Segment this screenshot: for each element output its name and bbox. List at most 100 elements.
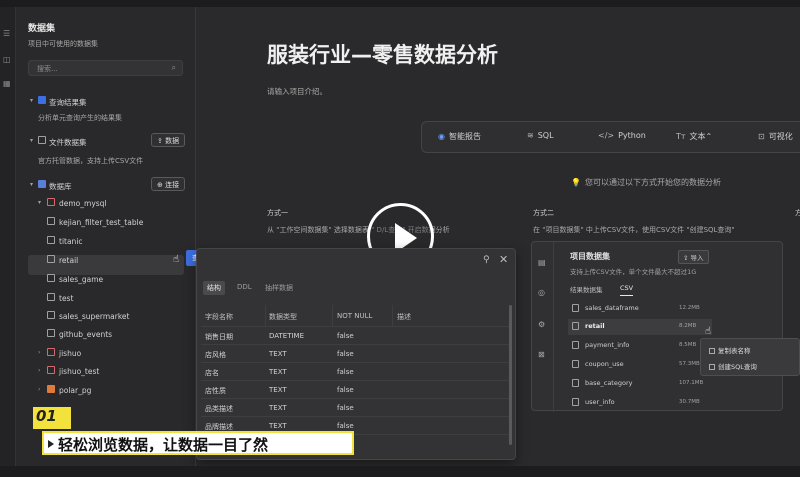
db-item[interactable]: › jishuo xyxy=(16,345,196,363)
tab-structure[interactable]: 结构 xyxy=(203,281,225,295)
col-header: 字段名称 xyxy=(205,313,233,321)
file-icon xyxy=(572,360,579,368)
csv-file-item-selected[interactable]: retail 8.2MB xyxy=(568,319,712,335)
file-icon xyxy=(572,304,579,312)
file-context-menu: 复制表名称 创建SQL查询 xyxy=(700,338,800,376)
chevron-right-icon[interactable]: › xyxy=(38,386,40,393)
smart-report-icon: ◉ xyxy=(438,132,445,141)
project-intro[interactable]: 请输入项目介绍。 xyxy=(267,86,327,97)
cell-field: 店名 xyxy=(205,369,219,377)
list-icon[interactable]: ▤ xyxy=(538,258,548,267)
db-item[interactable]: › polar_pg xyxy=(16,382,196,400)
tab-csv[interactable]: CSV xyxy=(620,284,634,296)
search-input[interactable]: 搜索... ⌕ xyxy=(28,60,183,76)
table-icon xyxy=(47,236,55,244)
mysql-icon xyxy=(47,198,55,206)
table-item[interactable]: test xyxy=(16,290,196,308)
query-results-desc: 分析单元查询产生的结果集 xyxy=(38,114,122,122)
tab-result-datasets[interactable]: 结果数据集 xyxy=(570,284,603,294)
file-icon xyxy=(572,398,579,406)
files-icon[interactable]: ☰ xyxy=(3,29,13,39)
tab-text[interactable]: Tт 文本⌃ xyxy=(676,131,712,142)
csv-file-item[interactable]: base_category 107.1MB xyxy=(572,376,712,392)
csv-file-item[interactable]: sales_dataframe 12.2MB xyxy=(572,301,712,317)
file-name: payment_info xyxy=(585,341,630,349)
tab-visualization[interactable]: ⊡ 可视化 xyxy=(758,131,793,142)
dataset-sidebar: 数据集 项目中可使用的数据集 搜索... ⌕ ▾ 查询结果集 分析单元查询产生的… xyxy=(16,7,196,466)
file-size: 57.3MB xyxy=(679,361,700,367)
cell-type: TEXT xyxy=(269,386,287,394)
tab-label: SQL xyxy=(537,131,554,140)
file-name: sales_dataframe xyxy=(585,304,639,312)
pin-icon[interactable]: ⚲ xyxy=(483,255,490,265)
table-item-retail[interactable]: retail xyxy=(16,252,196,270)
grid-icon[interactable]: ▦ xyxy=(3,79,13,89)
tab-sample-data[interactable]: 抽样数据 xyxy=(261,281,297,295)
project-dataset-panel: ▤ ◎ ⚙ ⊠ 项目数据集 ⇪ 导入 支持上传CSV文件，单个文件最大不超过1G… xyxy=(531,241,783,412)
variable-icon[interactable]: ⊠ xyxy=(538,350,548,359)
chevron-down-icon[interactable]: ▾ xyxy=(30,181,33,188)
cell-type: TEXT xyxy=(269,350,287,358)
icon-rail: ☰ ◫ ▦ xyxy=(0,7,16,466)
db-item-label: jishuo xyxy=(59,349,82,358)
csv-file-item[interactable]: coupon_use 57.3MB xyxy=(572,357,712,373)
upload-data-label: 数据 xyxy=(165,137,180,145)
tree-query-results[interactable]: ▾ 查询结果集 xyxy=(16,93,196,111)
text-icon: Tт xyxy=(676,132,686,141)
table-row: 店性质 TEXT false xyxy=(201,381,511,399)
tab-sql[interactable]: ≋ SQL xyxy=(527,131,554,140)
table-item[interactable]: sales_supermarket xyxy=(16,308,196,326)
project-dataset-title: 项目数据集 xyxy=(570,252,610,261)
code-icon: </> xyxy=(598,131,615,140)
csv-file-item[interactable]: user_info 30.7MB xyxy=(572,395,712,411)
tab-ddl[interactable]: DDL xyxy=(233,281,256,293)
chevron-right-icon[interactable]: › xyxy=(38,349,40,356)
tab-smart-report[interactable]: ◉ 智能报告 xyxy=(438,131,481,142)
file-icon xyxy=(572,379,579,387)
gear-icon[interactable]: ⚙ xyxy=(538,320,548,329)
chevron-down-icon[interactable]: ▾ xyxy=(30,137,33,144)
table-icon xyxy=(47,329,55,337)
db-item-label: jishuo_test xyxy=(59,367,100,376)
close-icon[interactable]: ✕ xyxy=(499,253,508,266)
cell-field: 销售日期 xyxy=(205,333,233,341)
mysql-icon xyxy=(47,366,55,374)
chart-icon: ⊡ xyxy=(758,132,765,141)
table-item[interactable]: sales_game xyxy=(16,271,196,289)
col-header: NOT NULL xyxy=(337,312,373,320)
menu-create-sql-query[interactable]: 创建SQL查询 xyxy=(709,361,757,371)
chevron-down-icon[interactable]: ▾ xyxy=(38,199,41,206)
table-icon xyxy=(47,293,55,301)
upload-data-button[interactable]: ⇪ 数据 xyxy=(151,133,186,147)
chevron-down-icon[interactable]: ▾ xyxy=(30,97,33,104)
way-two-title: 方式二 xyxy=(533,209,554,217)
menu-label: 创建SQL查询 xyxy=(718,363,757,371)
table-row: 店风格 TEXT false xyxy=(201,345,511,363)
database-icon[interactable]: ◫ xyxy=(3,55,13,65)
file-name: base_category xyxy=(585,379,633,387)
database-icon[interactable]: ◎ xyxy=(538,288,548,297)
tab-python[interactable]: </> Python xyxy=(598,131,646,140)
table-item[interactable]: titanic xyxy=(16,233,196,251)
db-item[interactable]: ▾ demo_mysql xyxy=(16,195,196,213)
csv-file-item[interactable]: payment_info 8.5MB xyxy=(572,338,712,354)
caption-play-icon xyxy=(48,440,54,448)
connect-button[interactable]: ⊕ 连接 xyxy=(151,177,186,191)
table-item-label: sales_game xyxy=(59,275,104,284)
import-button[interactable]: ⇪ 导入 xyxy=(678,250,709,264)
menu-copy-table-name[interactable]: 复制表名称 xyxy=(709,345,751,355)
scrollbar[interactable] xyxy=(509,305,512,445)
cell-type-bar: ◉ 智能报告 ≋ SQL </> Python Tт 文本⌃ ⊡ 可视化 xyxy=(421,121,800,153)
cell-notnull: false xyxy=(337,368,354,376)
bottom-bar xyxy=(0,466,800,477)
cell-type: TEXT xyxy=(269,368,287,376)
top-bar xyxy=(0,0,800,7)
chevron-right-icon[interactable]: › xyxy=(38,367,40,374)
page-title[interactable]: 服装行业—零售数据分析 xyxy=(267,39,498,69)
column-divider xyxy=(332,305,333,327)
tab-label: 文本⌃ xyxy=(689,132,713,141)
table-item[interactable]: kejian_filter_test_table xyxy=(16,214,196,232)
db-item[interactable]: › jishuo_test xyxy=(16,363,196,381)
table-item[interactable]: github_events xyxy=(16,326,196,344)
file-size: 8.2MB xyxy=(679,323,697,329)
